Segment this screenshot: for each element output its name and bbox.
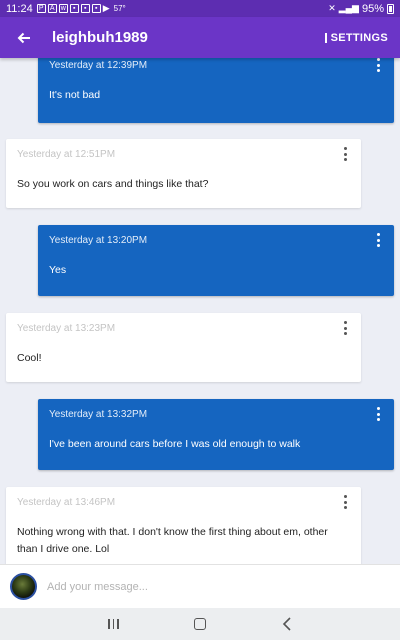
conversation-title: leighbuh1989	[52, 29, 148, 46]
more-options-icon[interactable]	[374, 58, 382, 72]
status-time: 11:24	[6, 2, 33, 15]
message-bubble-received: Yesterday at 12:51PM So you work on cars…	[6, 139, 361, 208]
notification-icon: P	[36, 4, 46, 13]
message-bubble-received: Yesterday at 13:46PM Nothing wrong with …	[6, 487, 361, 564]
signal-icon: ▂▄▆	[338, 3, 359, 13]
temperature: 57°	[113, 4, 126, 13]
system-back-button[interactable]	[267, 610, 307, 638]
more-options-icon[interactable]	[341, 495, 349, 509]
message-bubble-received: Yesterday at 13:23PM Cool!	[6, 313, 361, 382]
system-nav-bar	[0, 608, 400, 640]
message-text: It's not bad	[49, 89, 101, 101]
message-text: I've been around cars before I was old e…	[49, 438, 301, 450]
message-input[interactable]	[47, 571, 390, 602]
notification-icon: w	[58, 4, 68, 13]
message-timestamp: Yesterday at 13:20PM	[49, 235, 148, 246]
gallery-icon: ▪	[69, 4, 79, 13]
image-icon: ▪	[91, 4, 101, 13]
message-timestamp: Yesterday at 13:46PM	[17, 497, 116, 508]
app-bar: leighbuh1989 SETTINGS	[0, 17, 400, 58]
mute-icon: ✕	[328, 3, 336, 13]
status-bar: 11:24 P A w ▪ ▪ ▪ ▶ 57° ✕ ▂▄▆ 95%	[0, 0, 400, 17]
more-options-icon[interactable]	[374, 407, 382, 421]
message-composer	[0, 564, 400, 608]
recents-button[interactable]	[93, 610, 133, 638]
more-options-icon[interactable]	[341, 321, 349, 335]
notification-icons: P A w ▪ ▪ ▪ ▶ 57°	[36, 3, 126, 14]
home-icon	[193, 618, 206, 630]
avatar[interactable]	[10, 573, 37, 600]
battery-percent: 95%	[361, 2, 384, 15]
message-text: Nothing wrong with that. I don't know th…	[17, 526, 328, 555]
message-list[interactable]: Yesterday at 12:39PM It's not bad Yester…	[0, 58, 400, 564]
recents-icon	[108, 619, 119, 629]
settings-icon	[324, 32, 328, 43]
more-options-icon[interactable]	[374, 233, 382, 247]
message-timestamp: Yesterday at 12:39PM	[49, 60, 148, 71]
play-store-icon: ▶	[102, 3, 110, 13]
message-text: Cool!	[17, 352, 42, 364]
message-timestamp: Yesterday at 13:32PM	[49, 409, 148, 420]
message-timestamp: Yesterday at 12:51PM	[17, 149, 116, 160]
message-text: Yes	[49, 264, 67, 276]
chevron-left-icon	[282, 617, 291, 631]
notification-icon: A	[47, 4, 57, 13]
settings-label: SETTINGS	[330, 31, 388, 44]
back-arrow-icon[interactable]	[12, 26, 36, 50]
message-bubble-sent: Yesterday at 13:20PM Yes	[38, 225, 394, 296]
message-bubble-sent: Yesterday at 12:39PM It's not bad	[38, 58, 394, 123]
message-bubble-sent: Yesterday at 13:32PM I've been around ca…	[38, 399, 394, 470]
message-text: So you work on cars and things like that…	[17, 178, 209, 190]
gallery-icon: ▪	[80, 4, 90, 13]
more-options-icon[interactable]	[341, 147, 349, 161]
message-timestamp: Yesterday at 13:23PM	[17, 323, 116, 334]
settings-button[interactable]: SETTINGS	[324, 31, 388, 44]
battery-icon	[387, 3, 394, 14]
home-button[interactable]	[180, 610, 220, 638]
